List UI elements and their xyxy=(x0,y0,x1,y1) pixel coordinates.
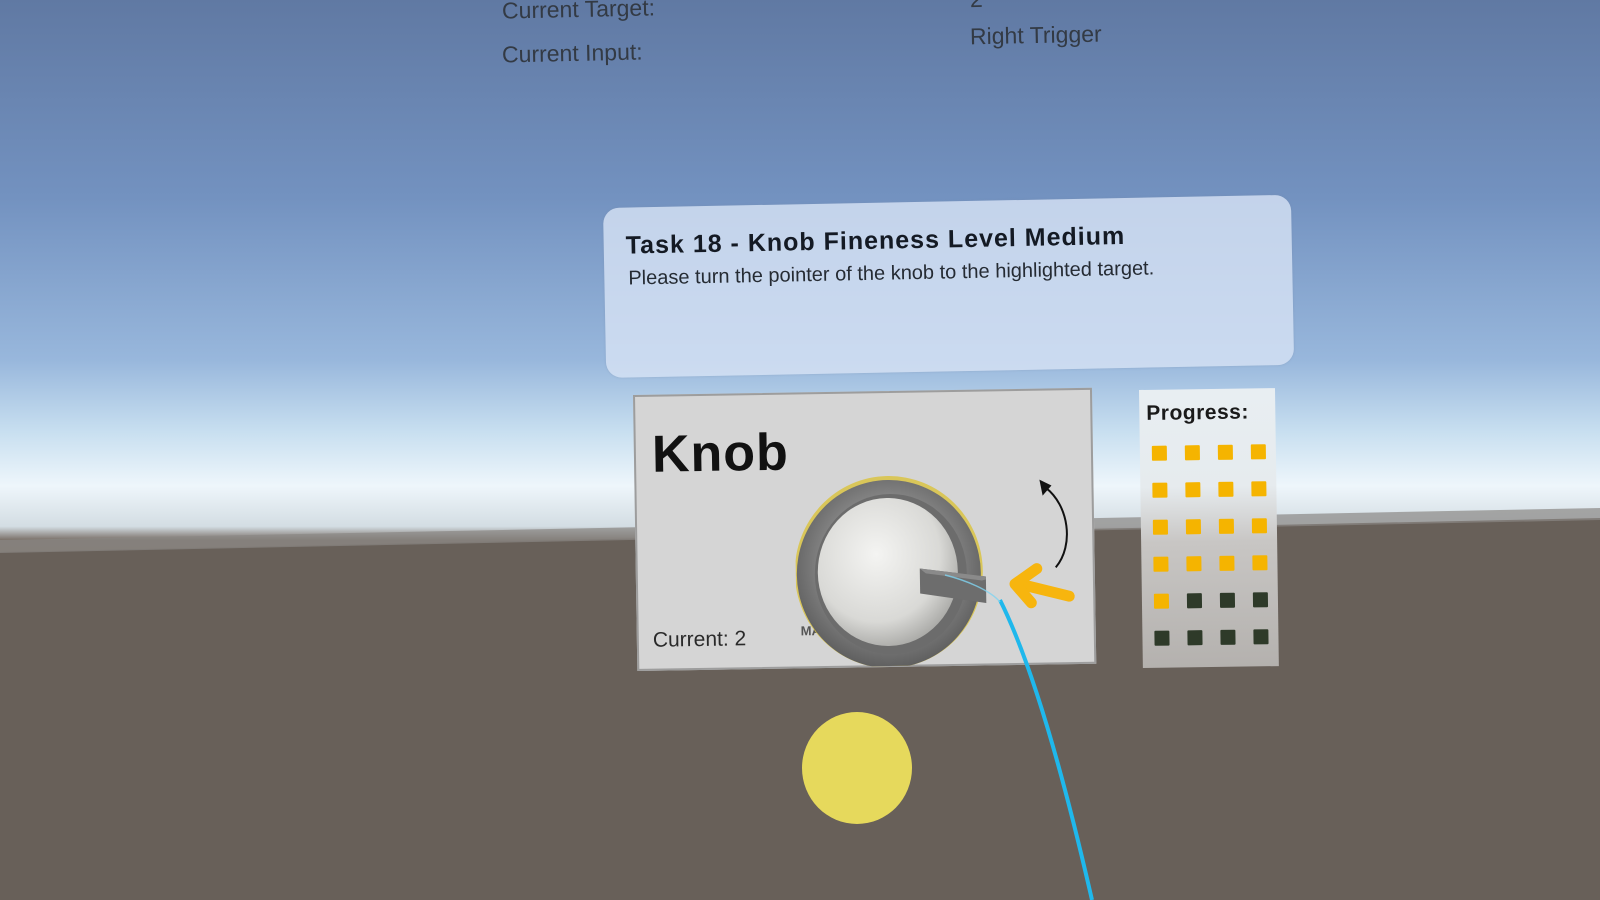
progress-cell-complete xyxy=(1186,556,1202,572)
progress-cell-complete xyxy=(1218,518,1235,534)
progress-panel: Progress: xyxy=(1139,388,1279,668)
current-input-value: Right Trigger xyxy=(969,20,1102,50)
progress-cell-complete xyxy=(1250,444,1266,460)
yellow-sphere-marker xyxy=(802,712,912,824)
progress-cell-complete xyxy=(1217,444,1233,460)
progress-cell-pending xyxy=(1186,593,1203,609)
progress-cell-complete xyxy=(1252,555,1268,571)
current-target-label: Current Target: xyxy=(501,0,656,24)
progress-cell-complete xyxy=(1151,445,1167,461)
task-description: Please turn the pointer of the knob to t… xyxy=(628,257,1155,290)
progress-cell-complete xyxy=(1218,481,1234,497)
progress-cell-complete xyxy=(1153,593,1170,609)
progress-cell-pending xyxy=(1252,592,1269,608)
task-title: Task 18 - Knob Fineness Level Medium xyxy=(625,221,1126,260)
progress-cell-complete xyxy=(1251,481,1267,497)
progress-cell-complete xyxy=(1185,482,1201,498)
progress-cell-complete xyxy=(1251,518,1268,534)
progress-cell-pending xyxy=(1253,629,1269,645)
progress-cell-complete xyxy=(1152,519,1169,535)
task-instruction-panel: Task 18 - Knob Fineness Level Medium Ple… xyxy=(603,194,1295,378)
knob-current-value: Current: 2 xyxy=(652,627,747,652)
progress-cell-complete xyxy=(1185,519,1202,535)
progress-grid xyxy=(1151,444,1269,646)
progress-cell-complete xyxy=(1219,555,1235,571)
current-input-label: Current Input: xyxy=(501,38,643,68)
progress-cell-pending xyxy=(1187,630,1203,646)
progress-cell-pending xyxy=(1220,629,1236,645)
progress-cell-complete xyxy=(1152,482,1168,498)
knob-title: Knob xyxy=(651,423,790,484)
current-target-value: 2 xyxy=(970,0,983,13)
left-arrow-icon xyxy=(1009,563,1075,609)
progress-cell-complete xyxy=(1153,556,1169,572)
knob-panel: Knob MAX xyxy=(633,387,1097,671)
progress-cell-pending xyxy=(1219,592,1236,608)
vr-scene: Current Target: 2 Current Input: Right T… xyxy=(0,0,1600,900)
knob-dial[interactable] xyxy=(794,464,988,668)
progress-cell-complete xyxy=(1184,445,1200,461)
counterclockwise-arrow-icon xyxy=(1039,479,1068,569)
progress-cell-pending xyxy=(1154,630,1170,646)
progress-title: Progress: xyxy=(1146,400,1250,425)
